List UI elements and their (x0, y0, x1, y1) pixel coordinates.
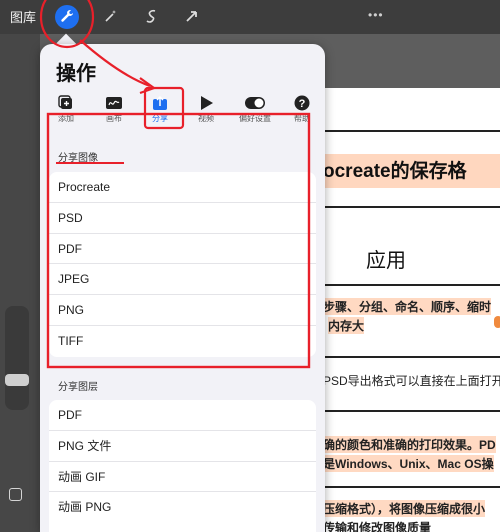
share-icon (142, 94, 178, 112)
share-tiff[interactable]: TIFF (49, 326, 316, 357)
doc-line: 内存大 (328, 317, 365, 334)
orange-marker (494, 316, 500, 328)
modify-square-button[interactable] (9, 488, 22, 501)
doc-line: 传输和修改图像质量 (323, 521, 432, 532)
tab-add[interactable]: 添加 (48, 94, 84, 124)
tab-share[interactable]: 分享 (142, 94, 178, 124)
doc-rule (318, 486, 500, 488)
add-image-icon (48, 94, 84, 112)
doc-line: PSD导出格式可以直接在上面打开 (323, 374, 500, 388)
layers-png-files[interactable]: PNG 文件 (49, 431, 316, 462)
tab-label: 添加 (58, 114, 74, 123)
doc-rule (318, 206, 500, 208)
tab-label: 分享 (152, 114, 168, 123)
adjustments-button[interactable] (99, 5, 123, 29)
gallery-link[interactable]: 图库 (10, 7, 36, 26)
share-psd[interactable]: PSD (49, 203, 316, 234)
top-toolbar: 图库 ••• (0, 0, 500, 34)
actions-button[interactable] (55, 5, 79, 29)
share-layers-list: PDF PNG 文件 动画 GIF 动画 PNG (49, 400, 316, 532)
left-sidebar (0, 34, 40, 532)
canvas-document: ocreate的保存格 应用 步骤、分组、命名、顺序、缩时 内存大 PSD导出格… (318, 88, 500, 532)
more-dots[interactable]: ••• (368, 8, 384, 22)
tab-preferences[interactable]: 偏好设置 (235, 94, 275, 124)
magic-wand-icon (103, 8, 119, 27)
wrench-icon (59, 8, 75, 27)
share-png[interactable]: PNG (49, 295, 316, 326)
tab-video[interactable]: 视频 (188, 94, 224, 124)
layers-animated-gif[interactable]: 动画 GIF (49, 462, 316, 493)
doc-rule (318, 410, 500, 412)
action-tabs: 添加 画布 分享 视频 偏好设置 ? 帮助 (40, 94, 325, 126)
doc-title: ocreate的保存格 (323, 161, 467, 182)
share-pdf[interactable]: PDF (49, 234, 316, 265)
tab-label: 视频 (198, 114, 214, 123)
panel-title: 操作 (56, 63, 96, 85)
tab-canvas[interactable]: 画布 (96, 94, 132, 124)
doc-line: 确的颜色和准确的打印效果。PD (323, 436, 496, 453)
doc-line: 步骤、分组、命名、顺序、缩时 (323, 298, 492, 315)
share-procreate[interactable]: Procreate (49, 172, 316, 203)
layers-animated-png[interactable]: 动画 PNG (49, 492, 316, 523)
tab-help[interactable]: ? 帮助 (284, 94, 320, 124)
doc-rule (318, 284, 500, 286)
transform-button[interactable] (180, 5, 204, 29)
share-jpeg[interactable]: JPEG (49, 264, 316, 296)
help-icon: ? (284, 94, 320, 112)
toggle-icon (235, 94, 275, 112)
doc-rule-top (318, 130, 500, 132)
doc-rule (318, 356, 500, 358)
share-image-list: Procreate PSD PDF JPEG PNG TIFF (49, 172, 316, 357)
layers-pdf[interactable]: PDF (49, 400, 316, 431)
canvas-icon (96, 94, 132, 112)
share-image-heading: 分享图像 (58, 153, 98, 164)
actions-panel: 操作 添加 画布 分享 视频 偏好设置 ? 帮助 分享图像 Procreate … (40, 44, 325, 532)
doc-heading: 应用 (366, 250, 406, 272)
slider-thumb[interactable] (5, 374, 29, 386)
share-layers-heading: 分享图层 (58, 382, 98, 393)
doc-line: 是Windows、Unix、Mac OS操 (323, 455, 494, 472)
tab-label: 偏好设置 (239, 114, 271, 123)
selection-button[interactable] (140, 5, 164, 29)
tab-label: 画布 (106, 114, 122, 123)
selection-icon (144, 8, 160, 27)
svg-text:?: ? (299, 98, 306, 110)
play-icon (188, 94, 224, 112)
tab-label: 帮助 (294, 114, 310, 123)
transform-arrow-icon (184, 8, 200, 27)
doc-line: 压缩格式），将图像压缩成很小 (323, 500, 486, 517)
brush-opacity-slider[interactable] (5, 306, 29, 410)
